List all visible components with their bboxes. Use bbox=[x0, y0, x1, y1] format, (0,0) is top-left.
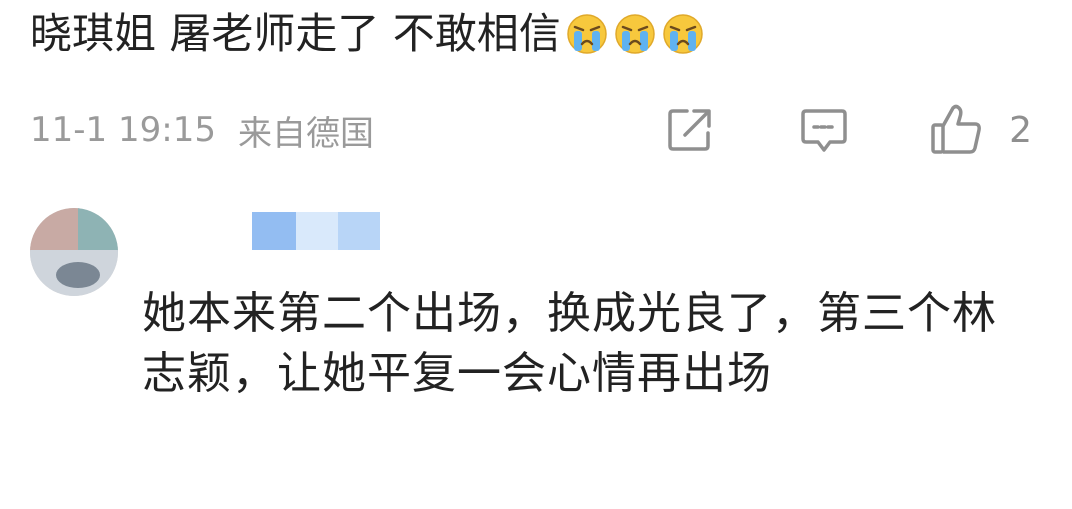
crying-face-emoji bbox=[614, 14, 655, 54]
reply-button[interactable] bbox=[799, 105, 849, 155]
share-icon bbox=[668, 109, 711, 151]
share-button[interactable] bbox=[665, 105, 715, 155]
crying-face-emoji bbox=[662, 14, 703, 54]
timestamp: 11-1 19:15 bbox=[30, 110, 216, 150]
comment-body: 晓琪姐 屠老师走了 不敢相信 bbox=[30, 8, 705, 60]
crying-face-emoji bbox=[566, 14, 607, 54]
avatar[interactable] bbox=[30, 208, 118, 296]
thumbs-up-icon bbox=[931, 104, 981, 154]
like-count: 2 bbox=[1009, 109, 1032, 151]
comment-text: 晓琪姐 屠老师走了 不敢相信 bbox=[30, 9, 561, 58]
emoji-group bbox=[565, 12, 705, 56]
reply-text: 她本来第二个出场，换成光良了，第三个林志颖，让她平复一会心情再出场 bbox=[142, 288, 997, 399]
comment-actions: 2 bbox=[665, 100, 1032, 160]
comment-meta: 11-1 19:15 来自德国 bbox=[30, 104, 374, 156]
comment-thread: 晓琪姐 屠老师走了 不敢相信 11-1 19:15 来自德国 2 她本来第二个出… bbox=[0, 0, 1072, 509]
username-redacted[interactable] bbox=[252, 212, 380, 250]
location-label: 来自德国 bbox=[237, 113, 374, 154]
comment-icon bbox=[801, 109, 847, 152]
like-button[interactable]: 2 bbox=[929, 102, 1032, 158]
